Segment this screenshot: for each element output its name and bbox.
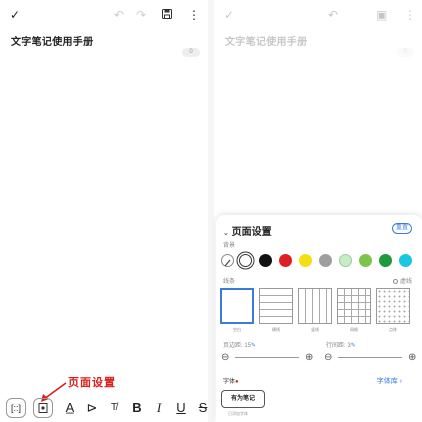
- redo-icon[interactable]: ↷: [136, 9, 146, 21]
- check-icon[interactable]: ✓: [224, 9, 234, 21]
- text-color-icon[interactable]: A̲: [62, 398, 78, 418]
- panel-title: ⌄ 页面设置: [223, 223, 272, 238]
- highlighter-icon[interactable]: ⊳: [84, 398, 100, 418]
- italic-icon[interactable]: I: [152, 398, 166, 418]
- font-chip[interactable]: 有为笔记: [221, 390, 265, 408]
- pattern-dots[interactable]: [376, 288, 410, 324]
- pattern-vertical-label: 竖线: [311, 327, 319, 332]
- red-dot-icon: ●: [235, 379, 239, 385]
- lines-label: 线条: [223, 279, 236, 285]
- page-settings-panel: ⌄ 页面设置 重置 背景 线条 虚线 空白 横线 竖线 网格 点阵 页边距: 1…: [216, 215, 422, 422]
- note-title[interactable]: 文字笔记使用手册: [11, 33, 93, 48]
- swatch-cyan[interactable]: [399, 254, 412, 267]
- background-swatches: [221, 253, 421, 269]
- font-label: 字体●: [223, 376, 239, 385]
- pattern-horizontal-label: 横线: [272, 327, 280, 332]
- font-library-link[interactable]: 字体库 ›: [377, 376, 402, 386]
- note-title: 文字笔记使用手册: [225, 37, 308, 48]
- word-count-badge: 0: [396, 48, 414, 57]
- undo-icon[interactable]: ↶: [328, 9, 338, 21]
- check-icon[interactable]: ✓: [10, 9, 20, 21]
- minus-icon[interactable]: ⊖: [221, 352, 229, 363]
- pattern-horizontal[interactable]: [259, 288, 293, 324]
- line-spacing-label: 行间距: 3✎: [326, 343, 356, 349]
- font-label-text: 字体: [223, 379, 236, 385]
- line-spacing-slider[interactable]: ⊖ ⊕: [324, 352, 416, 363]
- save-icon[interactable]: [162, 9, 172, 21]
- font-chip-subtitle: 已添加字体: [228, 411, 248, 416]
- page-setting-annotation: 页面设置: [68, 376, 116, 389]
- more-icon[interactable]: ⋮: [404, 9, 416, 21]
- margin-label-text: 页边距: [223, 343, 242, 349]
- strikethrough-icon[interactable]: S: [196, 398, 210, 418]
- editor-topbar: ✓ ↶ ↷ ⋮: [10, 6, 200, 26]
- format-toolbar: [::] A̲ ⊳ T̸ B I U S: [6, 398, 214, 420]
- editor-topbar: ✓ ↶ ▣ ⋮: [224, 6, 416, 26]
- undo-icon[interactable]: ↶: [114, 9, 124, 21]
- pattern-dots-label: 点阵: [389, 327, 397, 332]
- pattern-grid[interactable]: [337, 288, 371, 324]
- margin-slider[interactable]: ⊖ ⊕: [221, 352, 313, 363]
- format-clear-icon[interactable]: T̸: [106, 398, 122, 418]
- save-icon[interactable]: ▣: [376, 9, 387, 21]
- page-setting-icon[interactable]: [33, 398, 53, 418]
- background-label: 背景: [223, 243, 236, 249]
- swatch-black[interactable]: [259, 254, 272, 267]
- pattern-vertical[interactable]: [298, 288, 332, 324]
- editor-screen-left: ✓ ↶ ↷ ⋮ 文字笔记使用手册 0: [0, 0, 208, 422]
- word-count-badge: 0: [182, 48, 200, 57]
- pattern-blank[interactable]: [220, 288, 254, 324]
- underline-icon[interactable]: U: [174, 398, 188, 418]
- dashed-label: 虚线: [399, 279, 412, 285]
- swatch-green[interactable]: [359, 254, 372, 267]
- swatch-white[interactable]: [239, 254, 252, 267]
- pattern-blank-label: 空白: [233, 327, 241, 332]
- font-library-text: 字体库: [376, 378, 398, 385]
- chevron-down-icon[interactable]: ⌄: [223, 230, 229, 237]
- radio-icon: [393, 278, 399, 284]
- plus-icon[interactable]: ⊕: [408, 352, 416, 363]
- dashed-toggle[interactable]: 虚线: [393, 276, 412, 285]
- edit-icon[interactable]: ✎: [351, 343, 356, 349]
- expand-icon[interactable]: [::]: [6, 398, 26, 418]
- bold-icon[interactable]: B: [130, 398, 144, 418]
- swatch-dark-green[interactable]: [379, 254, 392, 267]
- plus-icon[interactable]: ⊕: [305, 352, 313, 363]
- swatch-yellow[interactable]: [299, 254, 312, 267]
- margin-label: 页边距: 15✎: [223, 343, 257, 349]
- slider-track[interactable]: [235, 356, 300, 358]
- chevron-right-icon: ›: [399, 378, 402, 385]
- swatch-gray[interactable]: [319, 254, 332, 267]
- panel-title-text: 页面设置: [231, 227, 272, 238]
- line-spacing-label-text: 行间距: [326, 343, 345, 349]
- pattern-grid-label: 网格: [350, 327, 358, 332]
- minus-icon[interactable]: ⊖: [324, 352, 332, 363]
- more-icon[interactable]: ⋮: [188, 9, 200, 21]
- swatch-light-green[interactable]: [339, 254, 352, 267]
- edit-icon[interactable]: ✎: [251, 343, 256, 349]
- swatch-red[interactable]: [279, 254, 292, 267]
- slider-track[interactable]: [338, 356, 403, 358]
- reset-button[interactable]: 重置: [392, 223, 412, 234]
- eyedropper-icon[interactable]: [221, 254, 234, 267]
